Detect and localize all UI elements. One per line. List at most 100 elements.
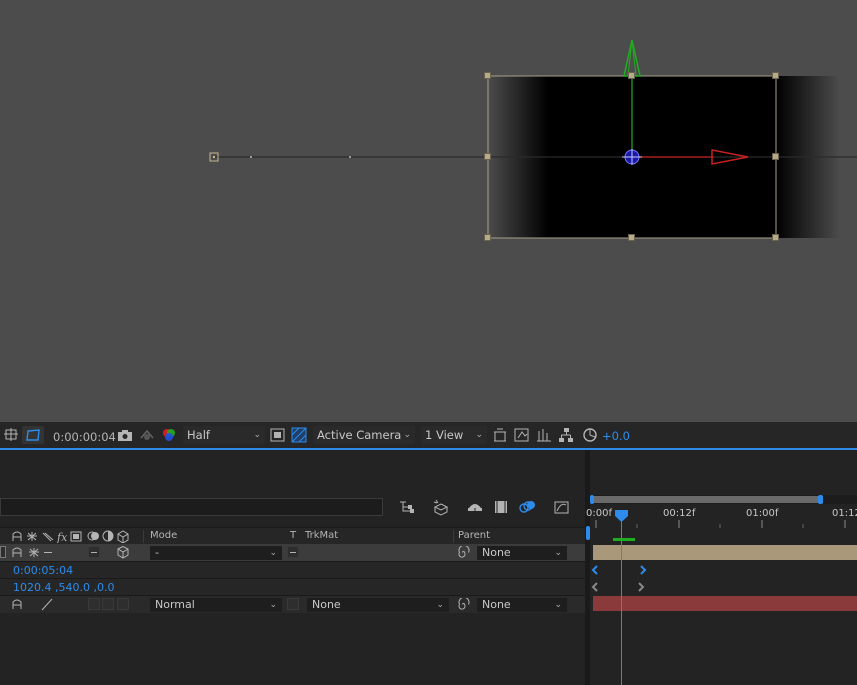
draft-3d-icon[interactable]: [535, 426, 553, 444]
parent-value: None: [482, 546, 511, 559]
parent-column-label: Parent: [458, 530, 491, 541]
camera-view-dropdown[interactable]: Active Camera ⌄: [313, 426, 415, 444]
color-channels-icon[interactable]: [160, 426, 178, 444]
exposure-value[interactable]: +0.0: [602, 429, 630, 443]
navigator-start-handle[interactable]: [590, 495, 594, 504]
ruler-label: 0:00f: [586, 508, 612, 519]
property-time-value[interactable]: 0:00:05:04: [13, 564, 73, 577]
chevron-down-icon: ⌄: [253, 430, 261, 440]
view-layout-value: 1 View: [425, 428, 464, 442]
handle-bottom-right[interactable]: [772, 234, 779, 241]
parent-dropdown[interactable]: None ⌄: [477, 598, 567, 612]
collapse-switch[interactable]: [44, 552, 52, 553]
time-ruler[interactable]: 0:00f 00:12f 01:00f 01:12f: [586, 506, 857, 544]
layer-row[interactable]: - ⌄ None ⌄: [0, 544, 585, 561]
layer-duration-bar[interactable]: [593, 596, 857, 611]
mask-toggle-icon: [26, 429, 40, 441]
switch-box[interactable]: [117, 598, 129, 610]
layer-search-input[interactable]: [0, 498, 383, 516]
snapshot-icon[interactable]: [116, 426, 134, 444]
switches-icons: fx: [12, 530, 129, 543]
work-area-start-handle[interactable]: [586, 526, 590, 540]
svg-text:fx: fx: [56, 531, 68, 543]
mode-value: Normal: [155, 598, 195, 611]
shy-icon[interactable]: [12, 598, 24, 611]
layer-duration-bar[interactable]: [593, 545, 857, 560]
preserve-transparency-toggle[interactable]: [287, 598, 299, 610]
hide-shy-layers-icon[interactable]: [466, 499, 484, 515]
property-row[interactable]: 0:00:05:04: [0, 561, 585, 579]
pickwhip-icon[interactable]: [457, 546, 470, 559]
chevron-down-icon: ⌄: [269, 600, 277, 610]
chevron-down-icon: ⌄: [269, 548, 277, 558]
work-area-marker[interactable]: [613, 538, 635, 541]
current-time-display[interactable]: 0:00:00:04: [53, 430, 116, 444]
composition-flowchart-icon[interactable]: [398, 499, 416, 515]
frame-blending-icon[interactable]: [493, 499, 509, 515]
resolution-dropdown[interactable]: Half ⌄: [183, 426, 265, 444]
property-row[interactable]: 1020.4 ,540.0 ,0.0: [0, 578, 585, 596]
view-layout-dropdown[interactable]: 1 View ⌄: [421, 426, 487, 444]
handle-top-left[interactable]: [484, 72, 491, 79]
handle-top-center[interactable]: [628, 72, 635, 79]
mode-dropdown[interactable]: - ⌄: [150, 546, 282, 560]
chevron-down-icon: ⌄: [554, 548, 562, 558]
show-snapshot-icon[interactable]: [138, 426, 156, 444]
layer-visibility-toggle[interactable]: [0, 546, 6, 558]
switch-box[interactable]: [88, 598, 100, 610]
mode-dropdown[interactable]: Normal ⌄: [150, 598, 282, 612]
draft-3d-icon[interactable]: [432, 498, 450, 516]
flowchart-icon[interactable]: [557, 426, 575, 444]
camera-view-value: Active Camera: [317, 428, 402, 442]
chevron-down-icon: ⌄: [475, 430, 483, 440]
resolution-value: Half: [187, 428, 210, 442]
ruler-ticks: [595, 520, 846, 528]
viewer-canvas: [209, 39, 857, 239]
time-navigator[interactable]: [590, 495, 857, 504]
ruler-label: 01:12f: [832, 508, 857, 519]
ruler-label: 00:12f: [663, 508, 696, 519]
handle-middle-right[interactable]: [772, 153, 779, 160]
quality-icon[interactable]: [40, 598, 54, 611]
time-navigator-range[interactable]: [592, 496, 822, 503]
mode-value: -: [155, 546, 159, 559]
region-box-icon[interactable]: [269, 426, 287, 444]
chevron-down-icon: ⌄: [403, 430, 411, 440]
chevron-down-icon: ⌄: [554, 600, 562, 610]
reset-exposure-icon[interactable]: [582, 426, 598, 444]
trkmat-toggle[interactable]: [287, 546, 299, 558]
switch-box[interactable]: [102, 598, 114, 610]
graph-editor-icon[interactable]: [553, 498, 571, 516]
3d-renderer-icon[interactable]: [513, 426, 531, 444]
t-column-label: T: [290, 530, 297, 541]
handle-bottom-left[interactable]: [484, 234, 491, 241]
navigator-end-handle[interactable]: [818, 495, 823, 504]
current-time-indicator-line: [621, 518, 622, 685]
keyframe-markers[interactable]: [590, 563, 650, 593]
transparency-grid-icon[interactable]: [290, 426, 308, 444]
current-time-indicator-head[interactable]: [614, 509, 629, 523]
trkmat-column-label: TrkMat: [305, 530, 339, 541]
layer-switch-icons[interactable]: [12, 546, 42, 559]
y-axis-arrow: [623, 39, 641, 77]
property-position-value[interactable]: 1020.4 ,540.0 ,0.0: [13, 581, 114, 594]
parent-dropdown[interactable]: None ⌄: [477, 546, 567, 560]
composition-viewer[interactable]: [0, 0, 857, 422]
motion-blur-switch[interactable]: [88, 546, 100, 558]
trkmat-dropdown[interactable]: None ⌄: [307, 598, 449, 612]
handle-bottom-center[interactable]: [628, 234, 635, 241]
chevron-down-icon: ⌄: [436, 600, 444, 610]
pickwhip-icon[interactable]: [457, 598, 470, 611]
handle-middle-left[interactable]: [484, 153, 491, 160]
trkmat-value: None: [312, 598, 341, 611]
viewer-toolbar: 0:00:00:04 Half ⌄ Active Camera ⌄ 1 View ⌄ …: [0, 422, 857, 448]
parent-value: None: [482, 598, 511, 611]
layer-row[interactable]: Normal ⌄ None ⌄ None ⌄: [0, 595, 585, 613]
mask-toggle-button[interactable]: [22, 426, 44, 444]
toggle-pixel-aspect-icon[interactable]: [491, 426, 509, 444]
region-of-interest-icon[interactable]: [3, 426, 19, 444]
mode-column-label: Mode: [150, 530, 178, 541]
motion-blur-icon[interactable]: [518, 498, 536, 516]
handle-top-right[interactable]: [772, 72, 779, 79]
3d-layer-icon[interactable]: [117, 546, 129, 559]
